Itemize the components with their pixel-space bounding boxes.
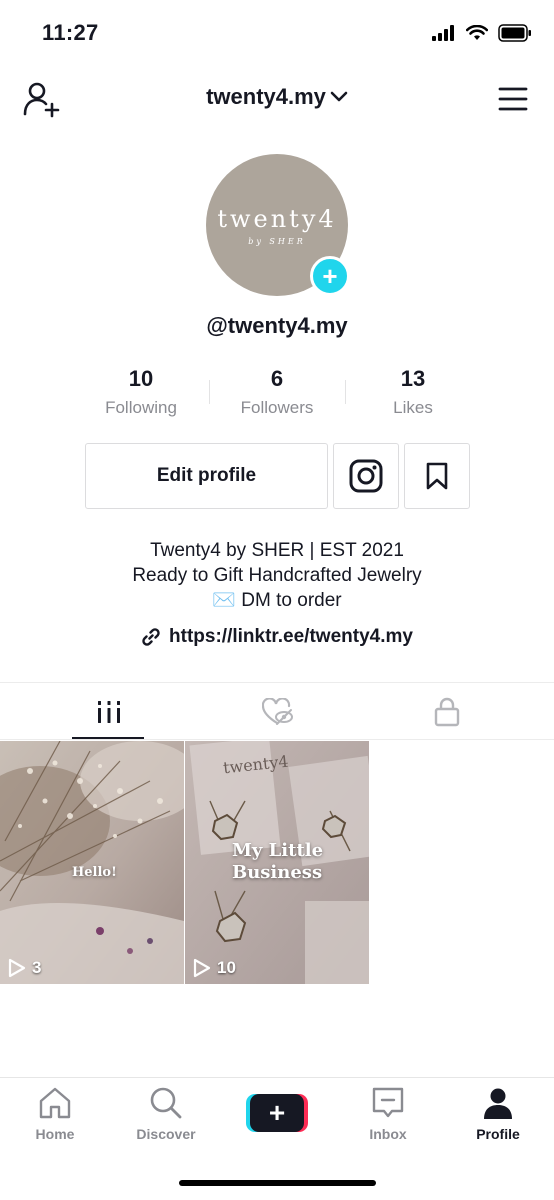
profile-icon <box>484 1088 512 1119</box>
avatar-brand-text: twenty4 <box>217 204 337 233</box>
video-thumbnail[interactable]: twenty4 My Little Business 10 <box>185 741 369 984</box>
stat-value: 10 <box>128 366 154 391</box>
bio-link-text: https://linktr.ee/twenty4.my <box>169 626 413 647</box>
stat-label: Following <box>105 398 177 417</box>
profile-bio: Twenty4 by SHER | EST 2021 Ready to Gift… <box>0 538 554 613</box>
bio-line: Ready to Gift Handcrafted Jewelry <box>132 565 422 586</box>
nav-home[interactable]: Home <box>10 1086 100 1142</box>
status-icons <box>432 24 532 42</box>
stat-followers[interactable]: 6 Followers <box>207 366 347 418</box>
video-thumbnail-image <box>0 741 184 984</box>
instagram-button[interactable] <box>333 443 399 509</box>
video-play-count: 10 <box>193 958 236 978</box>
create-label: + <box>268 1097 286 1128</box>
nav-discover[interactable]: Discover <box>121 1086 211 1142</box>
video-thumbnail[interactable]: Hello! 3 <box>0 741 184 984</box>
play-count-value: 10 <box>217 958 236 977</box>
status-bar: 11:27 <box>0 0 554 66</box>
play-count-value: 3 <box>32 958 42 977</box>
tabs-bottom-divider <box>0 739 554 740</box>
profile-stats: 10 Following 6 Followers 13 Likes <box>0 366 554 424</box>
videos-grid-icon <box>97 701 120 723</box>
status-time: 11:27 <box>42 20 99 45</box>
play-icon <box>8 958 26 978</box>
signal-icon <box>432 25 454 41</box>
bio-line: Twenty4 by SHER | EST 2021 <box>150 540 404 561</box>
search-icon <box>150 1087 182 1119</box>
tab-private[interactable] <box>354 684 539 740</box>
account-username: twenty4.my <box>206 84 326 109</box>
nav-inbox[interactable]: Inbox <box>343 1086 433 1142</box>
tab-videos[interactable] <box>16 684 201 740</box>
add-story-button[interactable]: + <box>310 256 350 296</box>
instagram-icon <box>349 459 383 493</box>
top-bar: twenty4.my <box>0 72 554 124</box>
profile-handle: @twenty4.my <box>206 313 348 338</box>
video-caption: My Little Business <box>232 840 324 883</box>
video-caption: Hello! <box>72 865 117 880</box>
bio-line: ✉️ DM to order <box>212 590 342 611</box>
nav-inbox-label: Inbox <box>369 1126 407 1142</box>
home-icon <box>39 1087 71 1119</box>
stat-likes[interactable]: 13 Likes <box>343 366 483 418</box>
avatar-sub-text: by SHER <box>248 236 306 246</box>
stat-label: Followers <box>240 398 314 417</box>
stat-value: 13 <box>400 366 426 391</box>
bio-link[interactable]: https://linktr.ee/twenty4.my <box>0 626 554 648</box>
home-indicator <box>179 1180 376 1186</box>
account-switcher[interactable]: twenty4.my <box>0 84 554 110</box>
hidden-likes-icon <box>261 698 293 725</box>
edit-profile-button[interactable]: Edit profile <box>85 443 328 509</box>
wifi-icon <box>466 25 488 40</box>
chevron-down-icon <box>330 91 348 102</box>
video-play-count: 3 <box>8 958 41 978</box>
inbox-icon <box>372 1087 404 1118</box>
favorites-button[interactable] <box>404 443 470 509</box>
nav-home-label: Home <box>35 1126 75 1142</box>
nav-profile[interactable]: Profile <box>453 1086 543 1142</box>
battery-icon <box>498 24 531 42</box>
nav-profile-label: Profile <box>476 1126 520 1142</box>
create-button[interactable]: + <box>246 1094 308 1132</box>
stat-following[interactable]: 10 Following <box>71 366 211 418</box>
tab-liked[interactable] <box>185 684 370 740</box>
play-icon <box>193 958 211 978</box>
nav-discover-label: Discover <box>136 1126 196 1142</box>
bookmark-icon <box>426 462 448 490</box>
menu-icon[interactable] <box>498 86 528 112</box>
stat-value: 6 <box>270 366 284 391</box>
link-icon <box>142 628 160 646</box>
tabs-top-divider <box>0 682 554 683</box>
lock-icon <box>434 697 459 727</box>
stat-label: Likes <box>393 398 433 417</box>
